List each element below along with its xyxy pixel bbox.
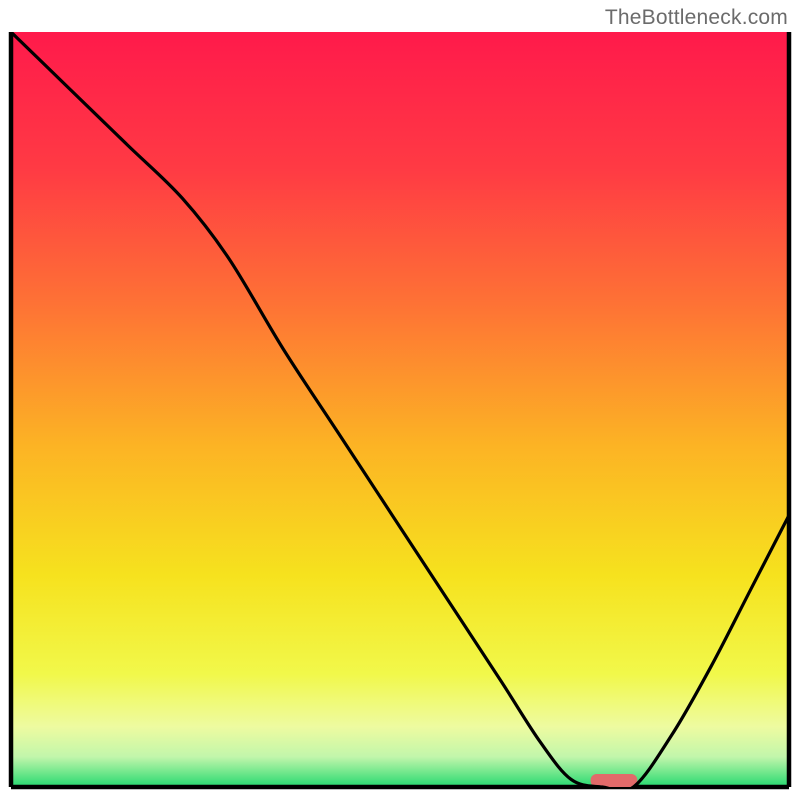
watermark-label: TheBottleneck.com (605, 6, 788, 30)
bottleneck-chart (0, 0, 800, 800)
chart-container: TheBottleneck.com (0, 0, 800, 800)
